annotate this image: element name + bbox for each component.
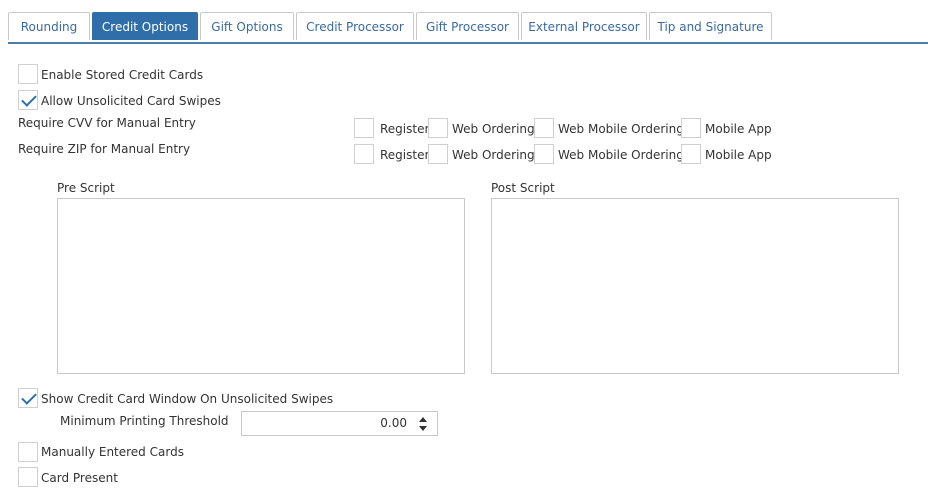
zip-mobile-app-checkbox[interactable] <box>681 144 701 164</box>
zip-web-mobile-ordering-label: Web Mobile Ordering <box>558 148 684 162</box>
cvv-web-ordering-checkbox[interactable] <box>428 118 448 138</box>
zip-web-mobile-ordering-checkbox[interactable] <box>534 144 554 164</box>
pre-script-textarea[interactable] <box>57 198 465 374</box>
require-zip-label: Require ZIP for Manual Entry <box>18 142 191 156</box>
cvv-web-ordering-label: Web Ordering <box>452 122 535 136</box>
manually-entered-cards-checkbox[interactable] <box>18 442 38 462</box>
zip-register-label: Register <box>380 148 430 162</box>
zip-mobile-app-label: Mobile App <box>705 148 772 162</box>
show-credit-card-window-checkbox[interactable] <box>18 388 38 408</box>
tab-tip-and-signature[interactable]: Tip and Signature <box>649 12 772 40</box>
spinner-icon[interactable] <box>418 415 428 433</box>
tab-credit-processor[interactable]: Credit Processor <box>296 12 414 40</box>
cvv-register-checkbox[interactable] <box>354 118 374 138</box>
cvv-register-label: Register <box>380 122 430 136</box>
tab-underline <box>8 42 928 44</box>
zip-web-ordering-label: Web Ordering <box>452 148 535 162</box>
spin-down-icon[interactable] <box>419 426 427 431</box>
enable-stored-credit-cards-checkbox[interactable] <box>18 64 38 84</box>
zip-web-ordering-checkbox[interactable] <box>428 144 448 164</box>
tab-external-processor[interactable]: External Processor <box>521 12 647 40</box>
tab-credit-options[interactable]: Credit Options <box>92 12 198 40</box>
min-threshold-input[interactable]: 0.00 <box>241 411 438 436</box>
tab-gift-options[interactable]: Gift Options <box>200 12 294 40</box>
enable-stored-credit-cards-label: Enable Stored Credit Cards <box>41 68 204 82</box>
min-threshold-value: 0.00 <box>380 416 407 430</box>
cvv-web-mobile-ordering-checkbox[interactable] <box>534 118 554 138</box>
cvv-mobile-app-checkbox[interactable] <box>681 118 701 138</box>
card-present-checkbox[interactable] <box>18 467 38 487</box>
pre-script-label: Pre Script <box>57 181 115 195</box>
zip-register-checkbox[interactable] <box>354 144 374 164</box>
card-present-label: Card Present <box>41 471 118 485</box>
show-credit-card-window-label: Show Credit Card Window On Unsolicited S… <box>41 392 334 406</box>
manually-entered-cards-label: Manually Entered Cards <box>41 445 184 459</box>
cvv-web-mobile-ordering-label: Web Mobile Ordering <box>558 122 684 136</box>
require-cvv-label: Require CVV for Manual Entry <box>18 116 196 130</box>
allow-unsolicited-swipes-checkbox[interactable] <box>18 90 38 110</box>
cvv-mobile-app-label: Mobile App <box>705 122 772 136</box>
post-script-label: Post Script <box>491 181 555 195</box>
tab-rounding[interactable]: Rounding <box>8 12 90 40</box>
spin-up-icon[interactable] <box>419 417 427 422</box>
allow-unsolicited-swipes-label: Allow Unsolicited Card Swipes <box>41 94 221 108</box>
post-script-textarea[interactable] <box>491 198 899 374</box>
tab-gift-processor[interactable]: Gift Processor <box>416 12 519 40</box>
min-threshold-label: Minimum Printing Threshold <box>60 414 229 428</box>
